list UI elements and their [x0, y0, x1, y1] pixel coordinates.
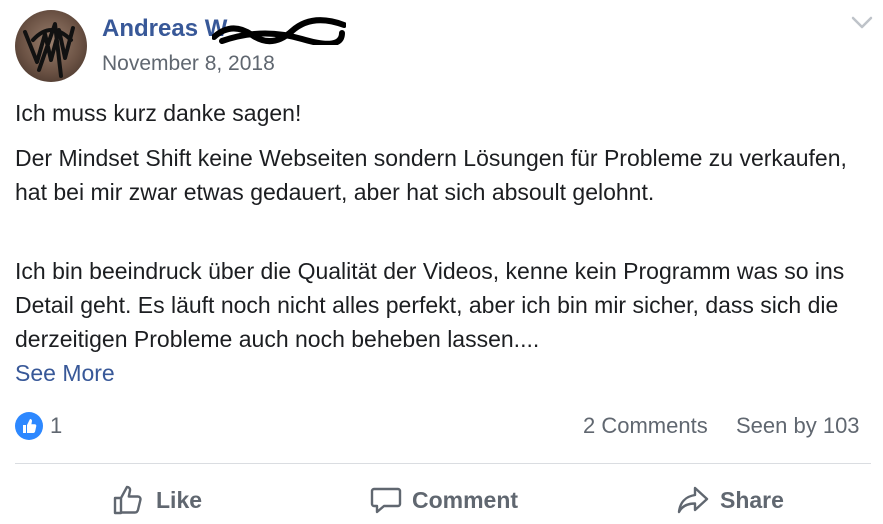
post-card: Andreas W November 8, 2018 Ich muss kurz… — [0, 0, 883, 524]
thumbs-up-outline-icon — [113, 485, 142, 515]
comments-count-link[interactable]: 2 Comments — [583, 412, 708, 440]
divider — [15, 463, 871, 464]
seen-by-count[interactable]: Seen by 103 — [736, 412, 860, 440]
post-paragraph: Der Mindset Shift keine Webseiten sonder… — [15, 145, 847, 205]
speech-bubble-icon — [370, 487, 402, 514]
share-button[interactable]: Share — [676, 478, 784, 522]
redaction-scribble — [212, 17, 346, 45]
post-paragraph: Ich bin beeindruck über die Qualität der… — [15, 258, 845, 352]
like-count[interactable]: 1 — [50, 412, 62, 440]
share-label: Share — [720, 486, 784, 513]
author-name[interactable]: Andreas W — [102, 15, 227, 43]
comment-button[interactable]: Comment — [370, 478, 518, 522]
share-arrow-icon — [677, 486, 709, 514]
post-paragraph: Ich muss kurz danke sagen! — [15, 100, 302, 126]
thumbs-up-icon[interactable] — [15, 412, 43, 440]
chevron-down-icon[interactable] — [850, 12, 874, 32]
like-label: Like — [156, 486, 203, 513]
avatar-scribble — [23, 22, 75, 78]
author-avatar[interactable] — [15, 10, 87, 82]
see-more-link[interactable]: See More — [15, 356, 115, 390]
post-date[interactable]: November 8, 2018 — [102, 52, 275, 76]
comment-label: Comment — [412, 486, 519, 513]
like-button[interactable]: Like — [112, 478, 202, 522]
